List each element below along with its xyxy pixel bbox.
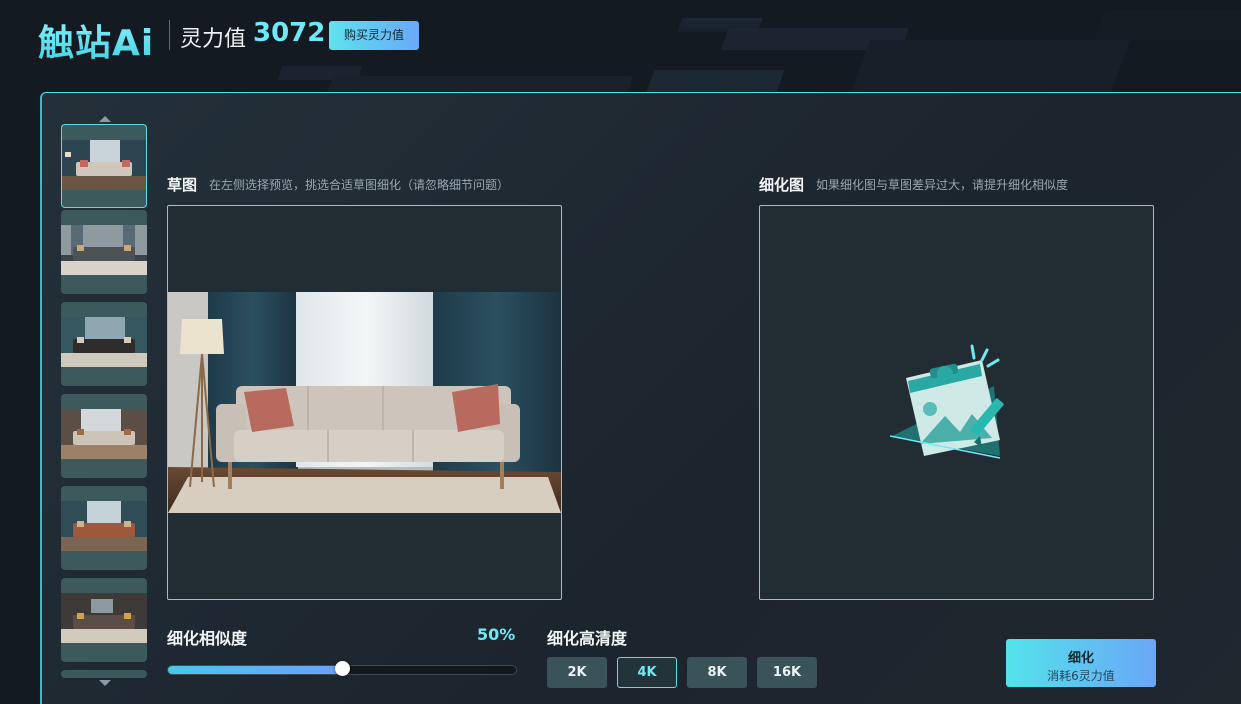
refined-hint: 如果细化图与草图差异过大，请提升细化相似度: [816, 178, 1069, 192]
sketch-image: [168, 292, 561, 513]
thumbnail-image: [61, 317, 147, 367]
thumbnail-6[interactable]: [61, 578, 147, 662]
similarity-slider-fill: [168, 666, 342, 674]
main-panel: 草图 在左侧选择预览，挑选合适草图细化（请忽略细节问题） 细化图 如果细化图与草…: [40, 92, 1241, 704]
power-value: 3072: [253, 18, 326, 48]
refine-button-label: 细化: [1067, 651, 1094, 666]
thumbnail-7[interactable]: [61, 670, 147, 678]
buy-power-button[interactable]: 购买灵力值: [329, 21, 419, 50]
thumbnail-image: [61, 225, 147, 275]
thumbnail-2[interactable]: [61, 210, 147, 294]
refine-button[interactable]: 细化 消耗6灵力值: [1006, 639, 1156, 687]
thumbnail-5[interactable]: [61, 486, 147, 570]
sketch-hint: 在左侧选择预览，挑选合适草图细化（请忽略细节问题）: [209, 178, 510, 192]
resolution-option-8k[interactable]: 8K: [687, 657, 747, 688]
thumbnail-image: [61, 409, 147, 459]
similarity-label: 细化相似度: [167, 629, 248, 648]
thumbnail-image: [62, 140, 146, 190]
logo: 触站Ai: [38, 14, 154, 66]
similarity-value: 50%: [477, 625, 516, 644]
thumbnail-scroll-down-icon[interactable]: [98, 679, 112, 687]
sketch-title: 草图: [167, 176, 198, 194]
thumbnail-3[interactable]: [61, 302, 147, 386]
thumbnail-image: [61, 501, 147, 551]
refine-button-cost: 消耗6灵力值: [1047, 669, 1115, 683]
resolution-option-2k[interactable]: 2K: [547, 657, 607, 688]
sketch-frame: [167, 205, 562, 600]
thumbnail-1[interactable]: [61, 124, 147, 208]
resolution-option-4k[interactable]: 4K: [617, 657, 677, 688]
similarity-slider-handle[interactable]: [335, 661, 350, 676]
image-placeholder-icon: [890, 344, 1004, 459]
header: 触站Ai 灵力值 3072 购买灵力值: [0, 0, 1241, 90]
refined-frame: [759, 205, 1154, 600]
thumbnail-scroll-up-icon[interactable]: [98, 115, 112, 123]
thumbnail-4[interactable]: [61, 394, 147, 478]
resolution-label: 细化高清度: [547, 629, 628, 648]
thumbnail-image: [61, 593, 147, 643]
power-label: 灵力值: [180, 27, 247, 52]
logo-divider: [169, 20, 170, 50]
resolution-option-16k[interactable]: 16K: [757, 657, 817, 688]
refined-title: 细化图: [759, 176, 805, 194]
similarity-slider[interactable]: [167, 661, 517, 676]
